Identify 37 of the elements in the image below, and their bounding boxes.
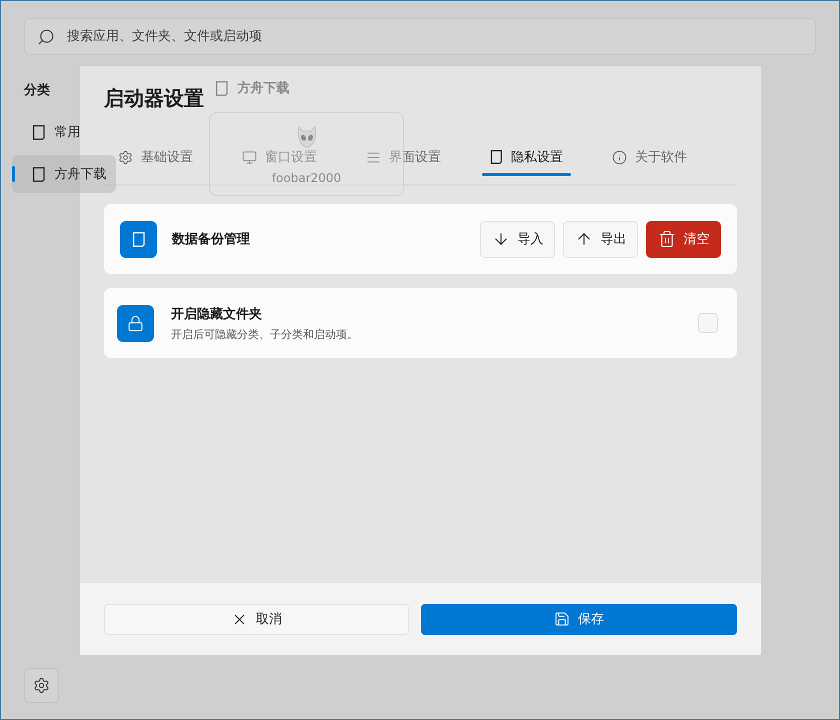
- settings-icon: [118, 150, 133, 164]
- export-button[interactable]: 导出: [563, 220, 638, 258]
- card-description: 开启后可隐藏分类、子分类和启动项。: [171, 326, 358, 342]
- cancel-button[interactable]: 取消: [104, 604, 409, 634]
- alien-icon: [296, 125, 318, 149]
- import-button[interactable]: 导入: [480, 220, 555, 258]
- monitor-icon: [242, 150, 257, 164]
- save-icon: [554, 611, 570, 627]
- info-icon: [612, 150, 627, 164]
- dialog-title: 启动器设置: [104, 85, 204, 112]
- card-title: 开启隐藏文件夹: [171, 306, 263, 322]
- menu-icon: [366, 150, 381, 164]
- search-icon: [37, 28, 55, 46]
- file-icon: [490, 149, 503, 165]
- drag-preview-label: 方舟下载: [238, 80, 290, 97]
- sidebar-heading: 分类: [22, 82, 50, 100]
- lock-icon: [127, 314, 144, 332]
- tab[interactable]: 关于软件: [604, 147, 695, 167]
- search-input[interactable]: 搜索应用、文件夹、文件或启动项: [65, 28, 803, 45]
- save-button[interactable]: 保存: [421, 604, 737, 634]
- checkbox[interactable]: [698, 313, 718, 333]
- file-icon: [32, 124, 46, 140]
- trash-icon: [658, 230, 676, 248]
- tab[interactable]: 隐私设置: [482, 147, 571, 167]
- file-icon: [215, 80, 229, 96]
- selection-indicator: [12, 166, 15, 182]
- sidebar-item[interactable]: 方舟下载: [12, 155, 116, 193]
- file-icon: [132, 230, 146, 248]
- card-title: 数据备份管理: [172, 231, 250, 248]
- settings-button[interactable]: [24, 668, 59, 703]
- sidebar-item[interactable]: 常用: [12, 113, 89, 151]
- tab[interactable]: 界面设置: [358, 147, 449, 167]
- file-icon: [32, 166, 46, 182]
- settings-icon: [33, 677, 50, 694]
- clear-button[interactable]: 清空: [646, 220, 721, 258]
- drag-preview-app-name: foobar2000: [272, 171, 342, 185]
- search-field[interactable]: 搜索应用、文件夹、文件或启动项: [24, 18, 816, 55]
